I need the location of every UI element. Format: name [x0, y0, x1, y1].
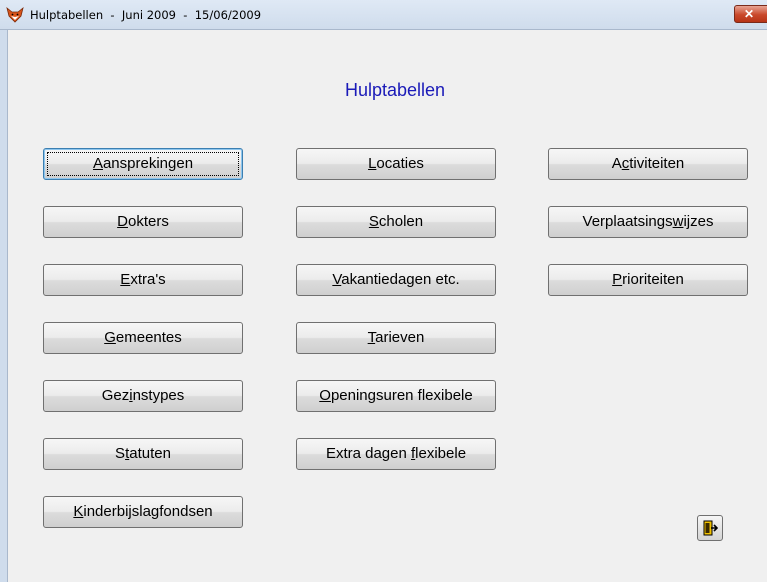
locaties-button[interactable]: Locaties	[296, 148, 496, 180]
dokters-button[interactable]: Dokters	[43, 206, 243, 238]
aansprekingen-button[interactable]: Aansprekingen	[43, 148, 243, 180]
extra-dagen-flexibele-button[interactable]: Extra dagen flexibele	[296, 438, 496, 470]
verplaatsingswijzes-button[interactable]: Verplaatsingswijzes	[548, 206, 748, 238]
fox-head-icon	[6, 6, 24, 24]
close-button[interactable]: ✕	[734, 5, 767, 23]
tarieven-button[interactable]: Tarieven	[296, 322, 496, 354]
kinderbijslagfondsen-button[interactable]: Kinderbijslagfondsen	[43, 496, 243, 528]
gemeentes-button[interactable]: Gemeentes	[43, 322, 243, 354]
extras-button[interactable]: Extra's	[43, 264, 243, 296]
prioriteiten-button[interactable]: Prioriteiten	[548, 264, 748, 296]
activiteiten-button[interactable]: Activiteiten	[548, 148, 748, 180]
statuten-button[interactable]: Statuten	[43, 438, 243, 470]
scholen-button[interactable]: Scholen	[296, 206, 496, 238]
window-frame-left	[0, 30, 8, 582]
exit-button[interactable]	[697, 515, 723, 541]
close-icon: ✕	[744, 7, 755, 21]
page-title: Hulptabellen	[344, 80, 446, 100]
gezinstypes-button[interactable]: Gezinstypes	[43, 380, 243, 412]
openingsuren-flexibele-button[interactable]: Openingsuren flexibele	[296, 380, 496, 412]
vakantiedagen-button[interactable]: Vakantiedagen etc.	[296, 264, 496, 296]
title-bar: Hulptabellen - Juni 2009 - 15/06/2009 ✕	[0, 0, 767, 30]
window-title: Hulptabellen - Juni 2009 - 15/06/2009	[30, 8, 262, 22]
